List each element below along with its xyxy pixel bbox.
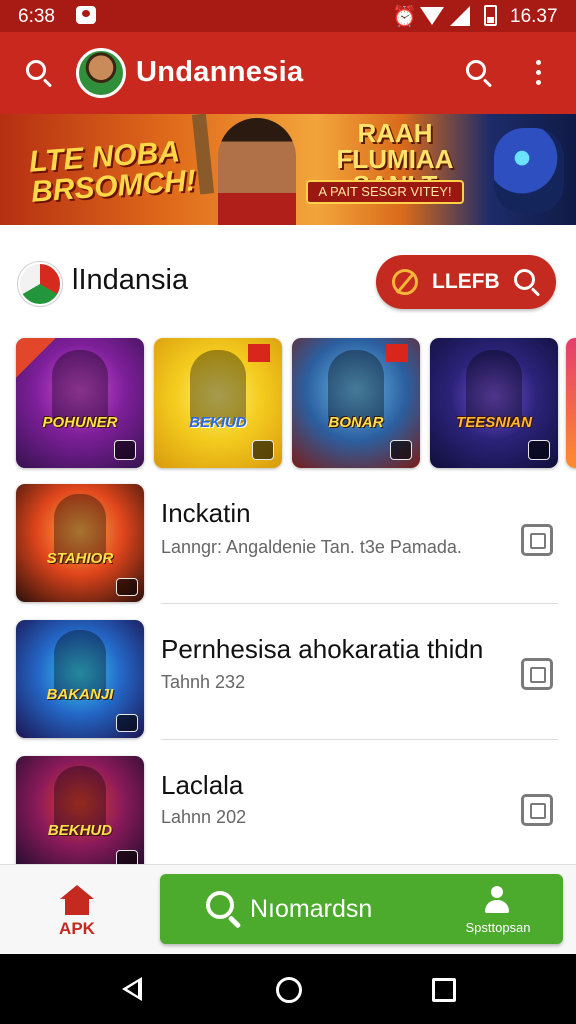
home-icon xyxy=(60,885,94,915)
wifi-icon xyxy=(420,7,444,25)
list-item[interactable]: BEKHUD Laclala Lahnn 202 xyxy=(0,752,576,876)
search-icon xyxy=(466,60,486,80)
user-label: Spsttopsan xyxy=(465,920,531,935)
status-battery-text: 16.37 xyxy=(510,6,558,27)
bottom-action-bar: APK Nıomardsn Spsttopsan xyxy=(0,864,576,954)
list-item[interactable]: STAHIOR Inckatin Lanngr: Angaldenie Tan.… xyxy=(0,480,576,604)
install-button[interactable] xyxy=(521,524,553,556)
user-icon xyxy=(482,886,512,916)
list-item-thumbnail: BEKHUD xyxy=(16,756,144,874)
list-item[interactable]: BAKANJI Pernhesisa ahokaratia thidn Tahn… xyxy=(0,616,576,740)
list-item-subtitle: Lahnn 202 xyxy=(161,807,247,827)
alarm-icon: ⏰ xyxy=(392,6,417,28)
signal-icon xyxy=(450,6,470,26)
tile-corner-tag xyxy=(248,344,270,362)
tile-corner-tag xyxy=(16,338,56,378)
recent-apps-icon[interactable] xyxy=(432,978,456,1002)
apk-tab[interactable]: APK xyxy=(40,875,114,945)
tile-character-image xyxy=(52,350,108,424)
notification-icon xyxy=(76,6,96,24)
section-header: lIndansia LLEFB xyxy=(0,236,576,328)
tile-character-image xyxy=(190,350,246,424)
tile-badge xyxy=(390,440,412,460)
list-item-thumbnail: BAKANJI xyxy=(16,620,144,738)
game-tile-label: TEESNIAN xyxy=(456,414,532,431)
search-button[interactable] xyxy=(16,52,60,96)
game-tile-row: POHUNER BEKIUD BONAR TEESNIAN xyxy=(16,338,576,468)
thumb-badge xyxy=(116,578,138,596)
list-item-thumbnail: STAHIOR xyxy=(16,484,144,602)
tile-badge xyxy=(528,440,550,460)
app-bar: Undannesia xyxy=(0,32,576,114)
game-tile-label: BEKIUD xyxy=(189,414,247,431)
app-title: Undannesia xyxy=(136,56,304,88)
more-vert-icon xyxy=(536,60,541,65)
game-tile-label: BONAR xyxy=(328,414,384,431)
game-tile[interactable]: POHUNER xyxy=(16,338,144,468)
list-divider xyxy=(161,739,558,740)
banner-title-line1: RAAH xyxy=(357,118,433,148)
more-vert-icon xyxy=(536,80,541,85)
install-button[interactable] xyxy=(521,658,553,690)
tile-badge xyxy=(252,440,274,460)
back-icon[interactable] xyxy=(122,977,142,1001)
main-search-button[interactable]: Nıomardsn Spsttopsan xyxy=(160,874,563,944)
apk-label: APK xyxy=(59,919,95,938)
game-tile[interactable]: BEKIUD xyxy=(154,338,282,468)
avatar[interactable] xyxy=(76,48,126,98)
battery-icon xyxy=(484,5,497,26)
home-button-icon[interactable] xyxy=(276,977,302,1003)
search-icon xyxy=(514,269,535,290)
main-action-label: Nıomardsn xyxy=(250,895,373,923)
thumb-label: BEKHUD xyxy=(47,822,113,839)
game-tile[interactable]: BONAR xyxy=(292,338,420,468)
list-item-subtitle: Tahnh 232 xyxy=(161,672,246,692)
promo-banner[interactable]: LTE NOBA BRSOMCH! RAAH FLUMIAA SANLT A P… xyxy=(0,114,576,225)
list-divider xyxy=(161,603,558,604)
thumb-label: BAKANJI xyxy=(46,686,114,703)
search-button-right[interactable] xyxy=(456,52,500,96)
thumb-label: STAHIOR xyxy=(46,550,114,567)
status-bar: 6:38 ⏰ 16.37 xyxy=(0,0,576,32)
section-button-label: LLEFB xyxy=(432,270,500,293)
brand-logo xyxy=(18,262,62,306)
ban-icon xyxy=(392,269,418,295)
system-nav-bar xyxy=(0,954,576,1024)
list-item-subtitle: Lanngr: Angaldenie Tan. t3e Pamada. xyxy=(161,537,462,557)
tile-character-image xyxy=(466,350,522,424)
section-search-button[interactable]: LLEFB xyxy=(376,255,556,309)
search-icon xyxy=(26,60,46,80)
list-item-title: Pernhesisa ahokaratia thidn xyxy=(161,634,484,664)
banner-left-text: LTE NOBA BRSOMCH! xyxy=(28,135,197,208)
list-item-title: Laclala xyxy=(161,770,244,800)
status-time: 6:38 xyxy=(18,6,55,27)
thumb-badge xyxy=(116,714,138,732)
banner-robot-image xyxy=(494,128,564,214)
install-button[interactable] xyxy=(521,794,553,826)
game-tile-label: POHUNER xyxy=(42,414,118,431)
banner-hero-image xyxy=(218,118,296,225)
game-tile-partial[interactable] xyxy=(566,338,576,468)
more-options-button[interactable] xyxy=(520,52,556,96)
tile-badge xyxy=(114,440,136,460)
section-title: lIndansia xyxy=(72,264,189,296)
tile-corner-tag xyxy=(386,344,408,362)
list-item-title: Inckatin xyxy=(161,498,251,528)
more-vert-icon xyxy=(536,70,541,75)
tile-character-image xyxy=(328,350,384,424)
banner-tagline: A PAIT SESGR VITEY! xyxy=(306,180,464,204)
game-tile[interactable]: TEESNIAN xyxy=(430,338,558,468)
search-icon xyxy=(206,891,234,919)
